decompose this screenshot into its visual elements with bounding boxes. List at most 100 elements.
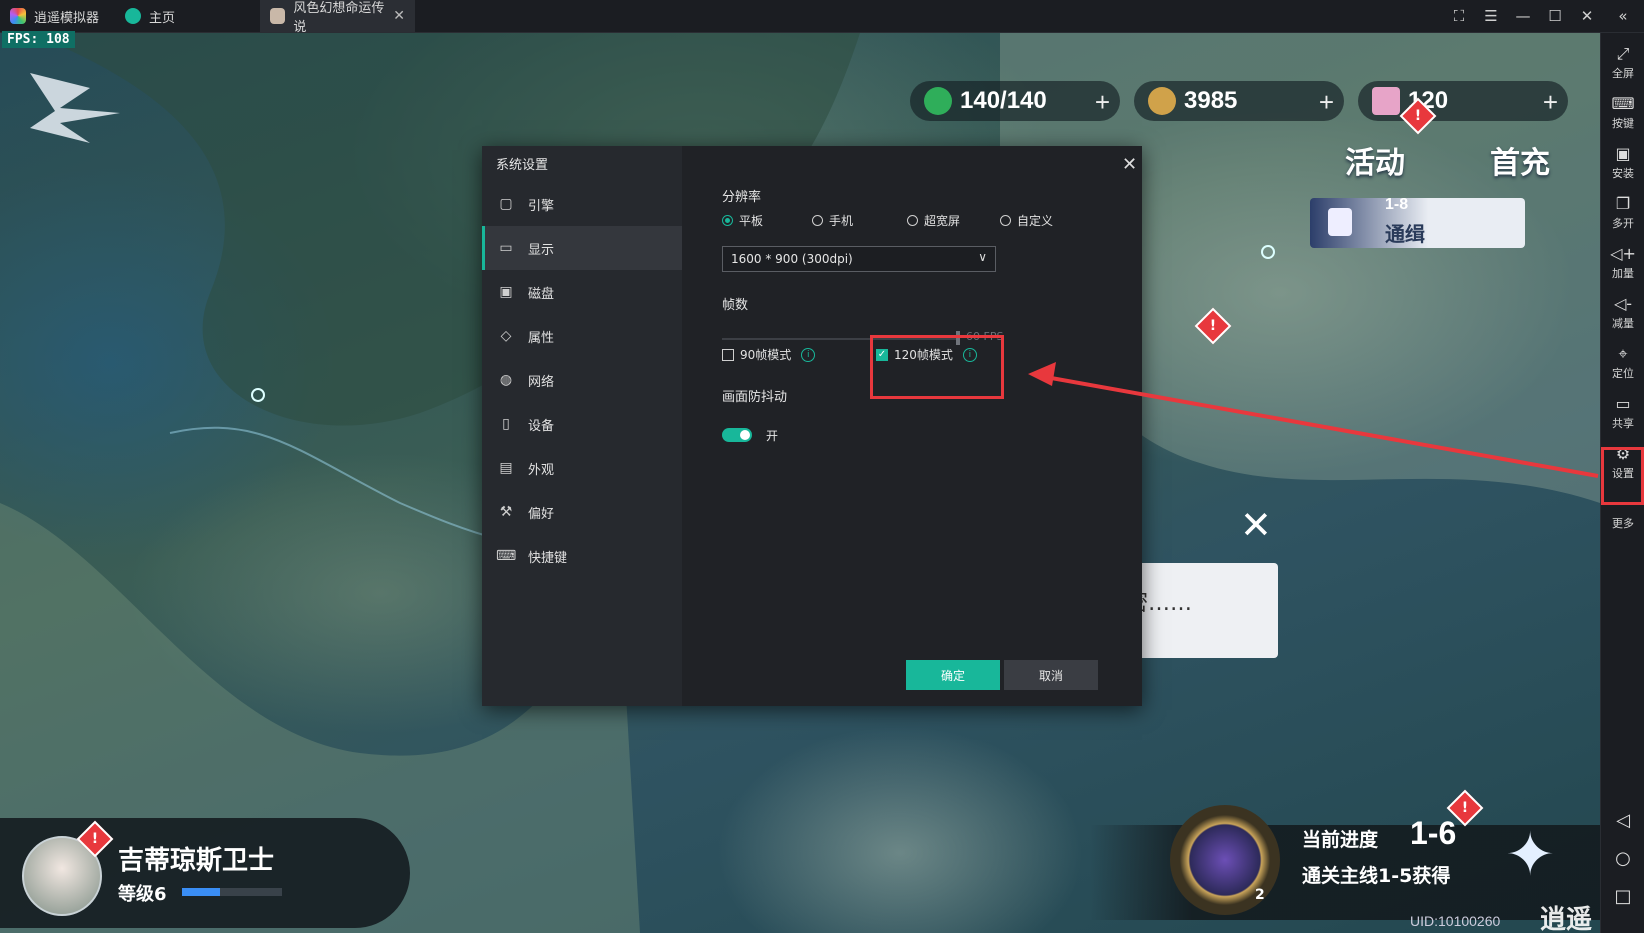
nav-engine[interactable]: ▢ 引擎: [482, 182, 682, 226]
sidebar-item-label: 多开: [1612, 217, 1634, 230]
sidebar-item-install[interactable]: ▣ 安装: [1601, 139, 1644, 187]
shortcut-icon: ⌨: [496, 548, 517, 564]
story-dialog[interactable]: 密……: [1120, 563, 1278, 658]
radio-label: 平板: [739, 214, 764, 228]
uid-label: UID:10100260: [1410, 913, 1501, 929]
collapse-sidebar-icon[interactable]: «: [1608, 0, 1638, 32]
tab-close-icon[interactable]: ✕: [393, 8, 405, 24]
radio-ultrawide[interactable]: 超宽屏: [907, 212, 960, 229]
engine-icon: ▢: [499, 196, 513, 212]
anti-shake-toggle[interactable]: [722, 428, 752, 442]
settings-dialog: 系统设置 ▢ 引擎 ▭ 显示 ▣ 磁盘 ◇ 属性 ◍ 网络 ▯ 设备 ▤ 外观 ⚒ 偏好 ⌨ 快捷…: [482, 146, 1142, 706]
title-bar: 逍遥模拟器 主页 风色幻想命运传说 ✕ ⛶ ☰ — ☐ ✕ «: [0, 0, 1644, 35]
checkbox-90fps[interactable]: 90帧模式 i: [722, 346, 816, 363]
stamina-bar: 140/140 +: [910, 81, 1120, 121]
sidebar-item-label: 共享: [1612, 417, 1634, 430]
app-logo-icon: [10, 8, 26, 24]
apk-icon: ▣: [1615, 144, 1631, 163]
reward-count: 2: [1255, 887, 1265, 903]
add-gem-button[interactable]: +: [1543, 87, 1558, 118]
confirm-button[interactable]: 确定: [906, 660, 1000, 690]
phone-icon: ▯: [502, 416, 510, 432]
sidebar-item-keymap[interactable]: ⌨ 按键: [1601, 89, 1644, 137]
cancel-button[interactable]: 取消: [1004, 660, 1098, 690]
add-coin-button[interactable]: +: [1319, 87, 1334, 118]
exp-bar: [182, 888, 282, 896]
radio-tablet[interactable]: 平板: [722, 212, 763, 229]
player-panel[interactable]: ! 吉蒂琼斯卫士 等级6: [0, 818, 410, 928]
volume-down-icon: ◁-: [1613, 294, 1633, 313]
nav-device[interactable]: ▯ 设备: [482, 402, 682, 446]
globe-icon: ◍: [499, 372, 513, 388]
activity-label: 活动: [1345, 147, 1405, 180]
menu-icon[interactable]: ☰: [1476, 0, 1506, 32]
nav-label: 属性: [528, 330, 555, 346]
stage-badge[interactable]: 1-8 通缉: [1310, 196, 1525, 248]
keyboard-icon: ⌨: [1611, 94, 1635, 113]
app-title: 逍遥模拟器: [0, 0, 109, 32]
nav-label: 偏好: [528, 506, 555, 522]
sidebar-item-label: 按键: [1612, 117, 1634, 130]
radio-phone[interactable]: 手机: [812, 212, 853, 229]
dialog-close-icon[interactable]: ✕: [1122, 154, 1137, 175]
player-level: 等级6: [118, 884, 167, 905]
radio-custom[interactable]: 自定义: [1000, 212, 1053, 229]
nav-label: 引擎: [528, 198, 555, 214]
anti-shake-label: 画面防抖动: [722, 390, 788, 405]
nav-shortcuts[interactable]: ⌨ 快捷键: [482, 534, 682, 578]
game-icon: [270, 8, 286, 24]
nav-disk[interactable]: ▣ 磁盘: [482, 270, 682, 314]
sidebar-item-label: 减量: [1612, 317, 1634, 330]
nav-properties[interactable]: ◇ 属性: [482, 314, 682, 358]
recent-apps-icon[interactable]: □: [1601, 881, 1644, 911]
progress-panel[interactable]: 2 当前进度 1-6 ! 通关主线1-5获得 ✦: [1090, 789, 1600, 920]
back-icon[interactable]: ◁: [1601, 805, 1644, 835]
tab-home[interactable]: 主页: [115, 0, 185, 32]
exp-bar-fill: [182, 888, 220, 896]
nav-appearance[interactable]: ▤ 外观: [482, 446, 682, 490]
story-close-icon[interactable]: ✕: [1240, 503, 1272, 547]
stamina-value: 140/140: [960, 87, 1047, 114]
location-icon: ⌖: [1618, 344, 1628, 363]
tab-game[interactable]: 风色幻想命运传说 ✕: [260, 0, 415, 35]
volume-up-icon: ◁+: [1610, 244, 1636, 263]
activity-button[interactable]: 活动: [1345, 138, 1405, 182]
chevron-down-icon: ∨: [978, 250, 987, 264]
info-icon[interactable]: i: [801, 347, 816, 362]
sidebar-item-multi[interactable]: ❐ 多开: [1601, 189, 1644, 237]
go-arrow-icon[interactable]: ✦: [1505, 820, 1575, 890]
appearance-icon: ▤: [499, 460, 513, 476]
sidebar-item-volume-up[interactable]: ◁+ 加量: [1601, 239, 1644, 287]
progress-label: 当前进度: [1302, 829, 1379, 851]
radio-label: 自定义: [1017, 214, 1054, 228]
first-charge-button[interactable]: 首充: [1490, 138, 1550, 182]
nav-display[interactable]: ▭ 显示: [482, 226, 682, 270]
lock-icon: [1328, 208, 1352, 236]
sidebar-item-volume-down[interactable]: ◁- 减量: [1601, 289, 1644, 337]
sidebar-item-location[interactable]: ⌖ 定位: [1601, 339, 1644, 387]
app-name: 逍遥模拟器: [34, 10, 100, 26]
add-stamina-button[interactable]: +: [1095, 87, 1110, 118]
resolution-select[interactable]: 1600 * 900 (300dpi) ∨: [722, 246, 996, 272]
home-nav-icon[interactable]: ○: [1601, 843, 1644, 873]
nav-label: 显示: [528, 242, 555, 258]
coin-icon: [1148, 87, 1176, 115]
screenshot-icon[interactable]: ⛶: [1444, 0, 1474, 32]
tab-home-label: 主页: [149, 10, 176, 26]
close-window-icon[interactable]: ✕: [1572, 0, 1602, 32]
sidebar-item-fullscreen[interactable]: ⤢ 全屏: [1601, 39, 1644, 87]
checkbox-icon: [722, 348, 734, 361]
multi-instance-icon: ❐: [1615, 194, 1631, 213]
wrench-icon: ⚒: [499, 504, 513, 520]
nav-preferences[interactable]: ⚒ 偏好: [482, 490, 682, 534]
nav-label: 磁盘: [528, 286, 555, 302]
nav-network[interactable]: ◍ 网络: [482, 358, 682, 402]
fullscreen-icon: ⤢: [1616, 44, 1630, 63]
sidebar-item-label: 安装: [1612, 167, 1634, 180]
gem-bar: 120 +: [1358, 81, 1568, 121]
sidebar-item-label: 加量: [1612, 267, 1634, 280]
maximize-icon[interactable]: ☐: [1540, 0, 1570, 32]
sidebar-item-label: 更多: [1612, 517, 1634, 530]
sidebar-item-share[interactable]: ▭ 共享: [1601, 389, 1644, 437]
minimize-icon[interactable]: —: [1508, 0, 1538, 32]
